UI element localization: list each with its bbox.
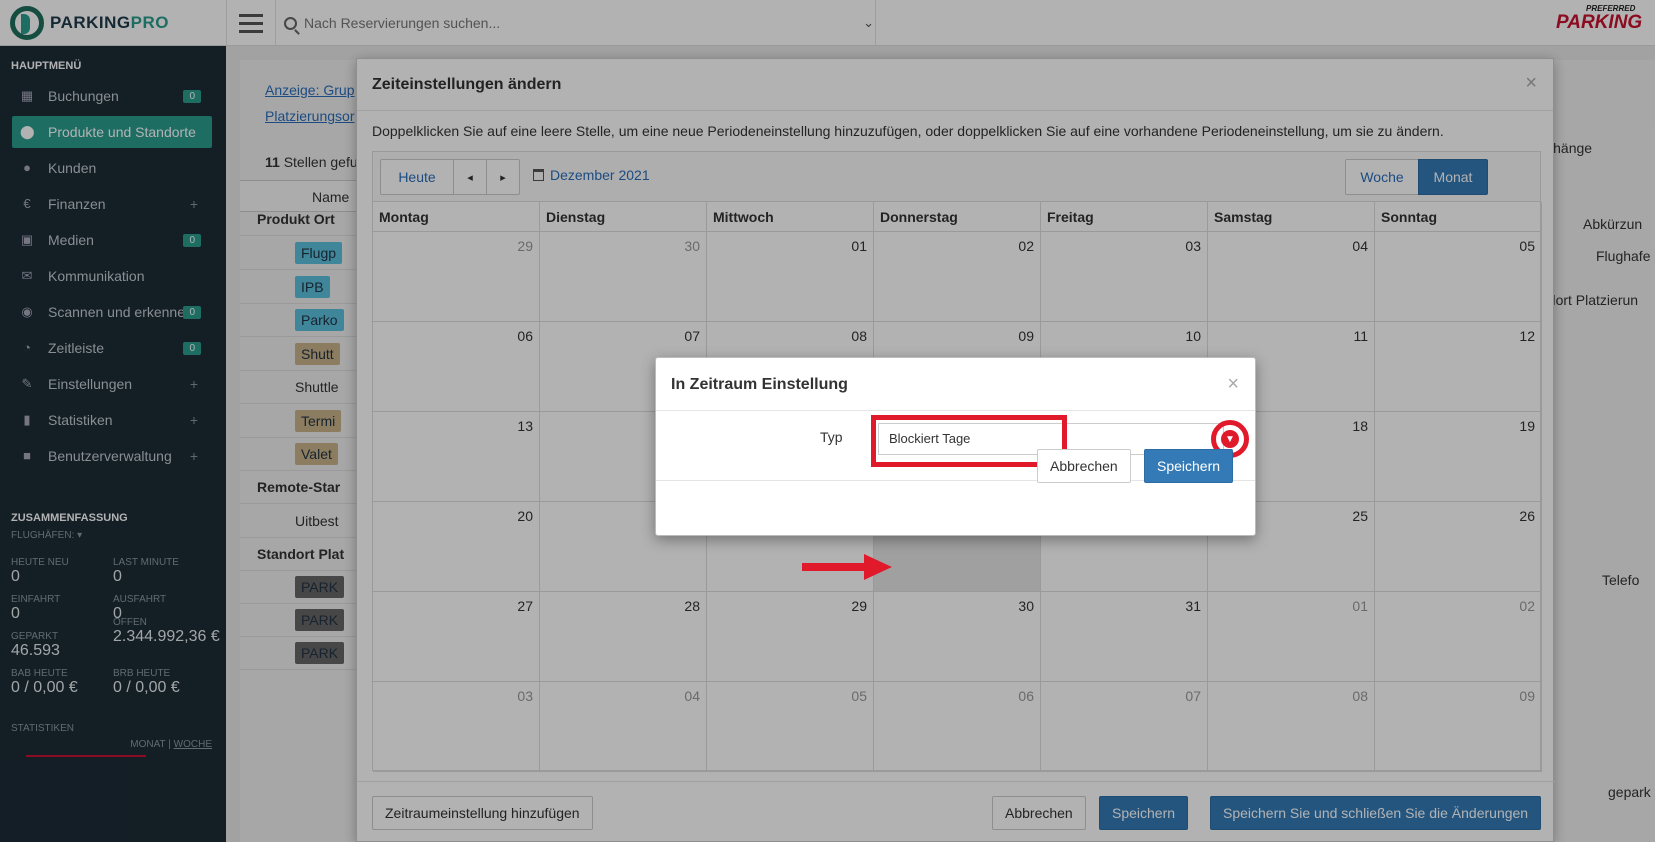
dialog-save-button[interactable]: Speichern [1144,449,1234,483]
period-setting-dialog: In Zeitraum Einstellung × Typ Blockiert … [655,357,1256,536]
close-icon[interactable]: × [1227,374,1239,394]
dialog-title: In Zeitraum Einstellung [671,376,848,393]
type-label: Typ [820,429,843,445]
annotation-arrow [802,554,892,580]
caret-down-icon: ▼ [1221,430,1239,448]
dialog-cancel-button[interactable]: Abbrechen [1037,449,1131,483]
